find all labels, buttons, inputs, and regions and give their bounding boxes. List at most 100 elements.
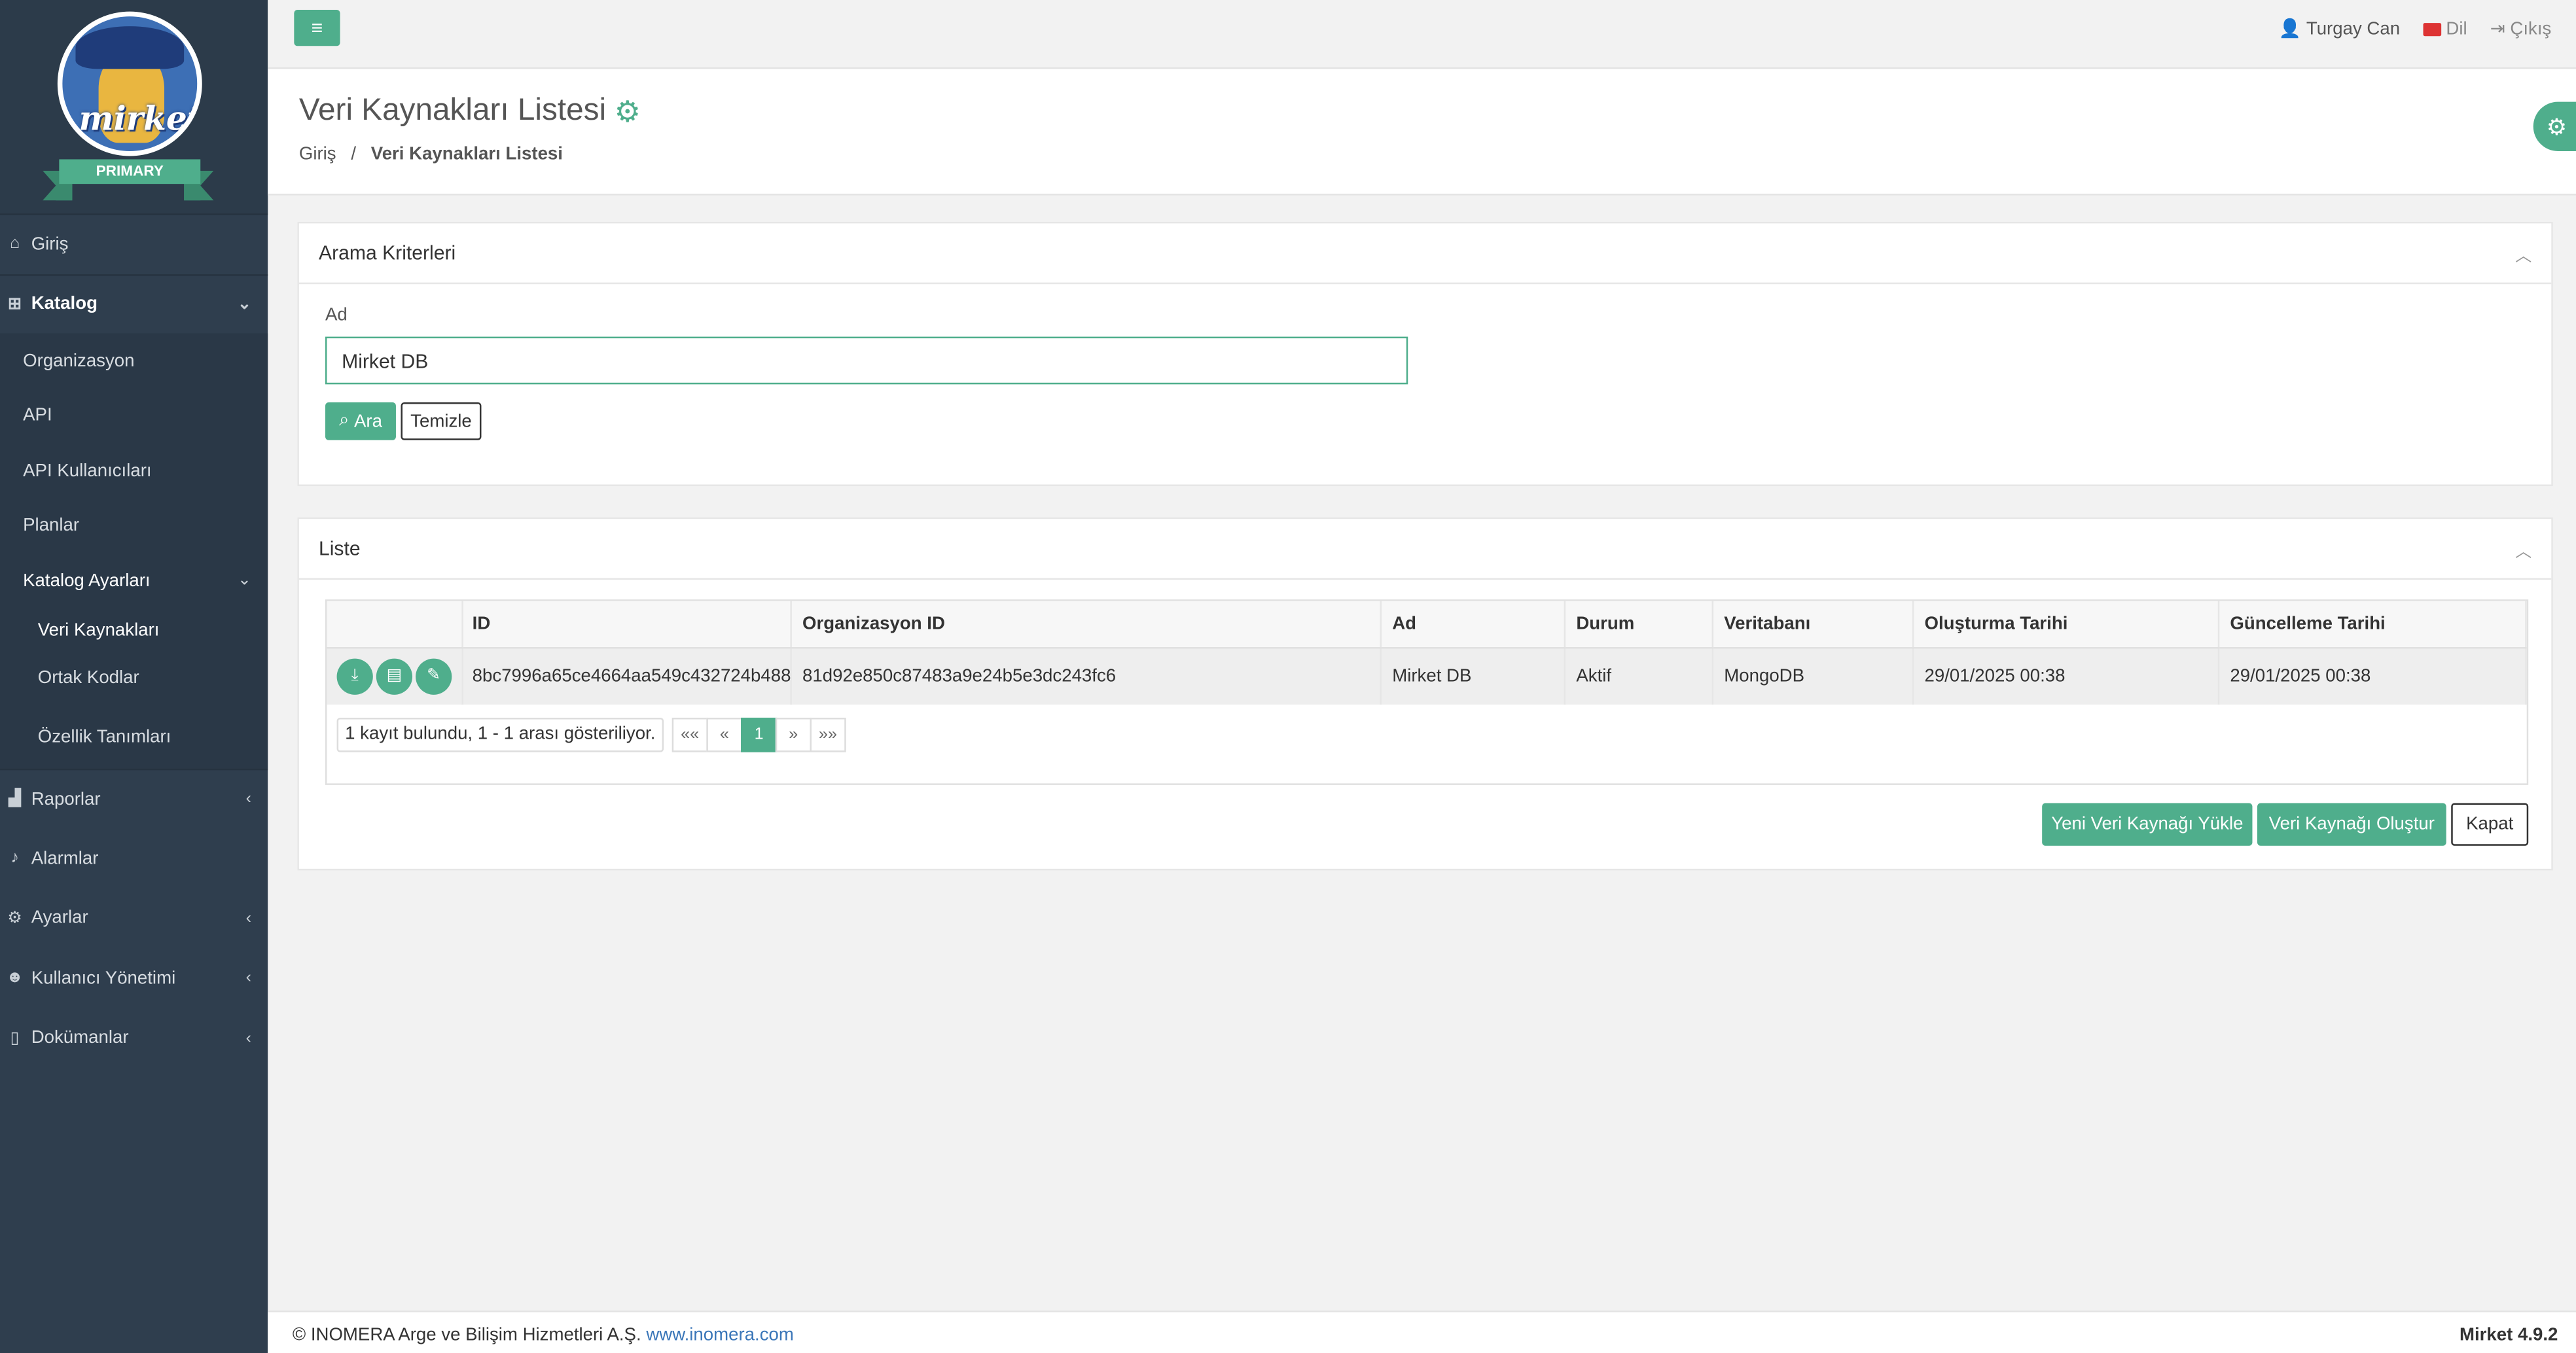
pagination-info: 1 kayıt bulundu, 1 - 1 arası gösteriliyo… xyxy=(336,717,664,752)
home-icon: ⌂ xyxy=(9,235,20,254)
download-icon: ⤓ xyxy=(351,667,359,686)
sidebar-item-label: Özellik Tanımları xyxy=(37,728,171,748)
sidebar-item-ortak-kodlar[interactable]: Ortak Kodlar xyxy=(0,651,268,706)
sidebar-item-veri-kaynaklari[interactable]: Veri Kaynakları xyxy=(0,608,268,651)
pagination: 1 kayıt bulundu, 1 - 1 arası gösteriliyo… xyxy=(336,717,846,752)
name-field[interactable] xyxy=(325,336,1408,385)
column-header[interactable]: ID xyxy=(461,601,793,648)
chevron-up-icon[interactable]: ︿ xyxy=(2515,536,2531,561)
company-link[interactable]: www.inomera.com xyxy=(646,1326,794,1345)
table-header-row: ID Organizasyon ID Ad Durum Veritabanı O… xyxy=(327,601,2527,648)
search-button[interactable]: ⌕ Ara xyxy=(325,402,396,440)
sidebar-item-label: Kullanıcı Yönetimi xyxy=(31,968,176,989)
column-header[interactable]: Ad xyxy=(1381,601,1567,648)
column-header[interactable]: Güncelleme Tarihi xyxy=(2219,601,2527,648)
panel-title: Liste xyxy=(318,536,361,560)
search-button-label: Ara xyxy=(353,411,382,431)
cell-database: MongoDB xyxy=(1713,647,1915,705)
sidebar-item-dokumanlar[interactable]: ▯ Dokümanlar ‹ xyxy=(0,1008,268,1068)
language-menu[interactable]: Dil xyxy=(2423,18,2467,40)
sidebar-item-label: Raporlar xyxy=(31,789,101,809)
mirket-logo[interactable]: mirket xyxy=(57,11,202,156)
katalog-submenu: Organizasyon API API Kullanıcıları Planl… xyxy=(0,333,268,769)
sidebar-item-giris[interactable]: ⌂ Giriş xyxy=(0,213,268,273)
file-icon: ▯ xyxy=(10,1029,20,1047)
sidebar-item-raporlar[interactable]: ▟ Raporlar ‹ xyxy=(0,768,268,829)
chart-icon: ▟ xyxy=(8,790,22,809)
edit-button[interactable]: ✎ xyxy=(416,658,452,695)
sidebar-item-label: Katalog xyxy=(31,294,98,315)
top-bar: ≡ 👤 Turgay Can Dil ⇥ Çıkış xyxy=(268,0,2576,69)
chevron-left-icon: ‹ xyxy=(245,909,252,928)
sidebar-item-label: Dokümanlar xyxy=(31,1028,129,1049)
sidebar-item-api-kullanicilari[interactable]: API Kullanıcıları xyxy=(0,444,268,499)
page-title: Veri Kaynakları Listesi ⚙ xyxy=(299,94,641,130)
download-button[interactable]: ⤓ xyxy=(336,658,373,695)
data-sources-table: ID Organizasyon ID Ad Durum Veritabanı O… xyxy=(327,601,2527,705)
breadcrumb-separator: / xyxy=(351,144,357,165)
page-header: Veri Kaynakları Listesi ⚙ Giriş / Veri K… xyxy=(268,69,2576,196)
breadcrumb-home[interactable]: Giriş xyxy=(299,145,336,164)
user-menu[interactable]: 👤 Turgay Can xyxy=(2278,18,2400,40)
gears-icon: ⚙ xyxy=(614,94,641,128)
sidebar-item-alarmlar[interactable]: ♪ Alarmlar xyxy=(0,828,268,888)
list-panel-header[interactable]: Liste ︿ xyxy=(298,519,2552,580)
sidebar-nav: ⌂ Giriş ⊞ Katalog ⌄ Organizasyon API API… xyxy=(0,213,268,1068)
column-header[interactable]: Oluşturma Tarihi xyxy=(1914,601,2221,648)
upload-data-source-button[interactable]: Yeni Veri Kaynağı Yükle xyxy=(2042,803,2253,846)
chevron-left-icon: ‹ xyxy=(245,790,252,809)
gears-icon: ⚙ xyxy=(7,909,22,928)
sidebar-item-ayarlar[interactable]: ⚙ Ayarlar ‹ xyxy=(0,888,268,949)
user-icon: 👤 xyxy=(2278,20,2302,40)
pencil-icon: ✎ xyxy=(427,667,441,686)
clear-button[interactable]: Temizle xyxy=(401,402,482,440)
page-1-button[interactable]: 1 xyxy=(740,717,778,752)
search-icon: ⌕ xyxy=(338,410,349,430)
sidebar-item-label: Veri Kaynakları xyxy=(37,620,160,640)
next-page-button[interactable]: » xyxy=(775,717,812,752)
sidebar-item-label: Giriş xyxy=(31,234,69,255)
sidebar-item-kullanici-yonetimi[interactable]: ☻ Kullanıcı Yönetimi ‹ xyxy=(0,949,268,1009)
chevron-down-icon: ⌄ xyxy=(237,295,252,313)
table-row: ⤓ ▤ ✎ 8bc7996a65ce4664aa549c432724b488 8… xyxy=(327,647,2527,705)
language-label: Dil xyxy=(2446,18,2467,39)
sidebar-item-label: Planlar xyxy=(23,516,80,536)
column-header[interactable]: Veritabanı xyxy=(1713,601,1915,648)
sidebar-item-katalog-ayarlari[interactable]: Katalog Ayarları ⌄ xyxy=(0,554,268,608)
create-data-source-button[interactable]: Veri Kaynağı Oluştur xyxy=(2257,803,2446,846)
sidebar-item-organizasyon[interactable]: Organizasyon xyxy=(0,334,268,389)
brand-area: mirket PRIMARY xyxy=(0,0,268,214)
page-links: «« « 1 » »» xyxy=(671,717,846,752)
sidebar-item-label: Alarmlar xyxy=(31,849,99,869)
sitemap-icon: ⊞ xyxy=(8,295,22,313)
top-right-menu: 👤 Turgay Can Dil ⇥ Çıkış xyxy=(2278,18,2552,40)
column-header[interactable]: Organizasyon ID xyxy=(791,601,1383,648)
logo-mascot-hat xyxy=(75,26,185,69)
sidebar-item-api[interactable]: API xyxy=(0,389,268,444)
cell-status: Aktif xyxy=(1565,647,1715,705)
sidebar-item-label: API Kullanıcıları xyxy=(23,461,152,481)
logo-text: mirket xyxy=(79,98,202,138)
search-panel-header[interactable]: Arama Kriterleri ︿ xyxy=(298,223,2552,285)
prev-page-button[interactable]: « xyxy=(706,717,743,752)
row-actions: ⤓ ▤ ✎ xyxy=(336,658,461,695)
sidebar-toggle-button[interactable]: ≡ xyxy=(294,10,340,46)
first-page-button[interactable]: «« xyxy=(671,717,708,752)
logout-link[interactable]: ⇥ Çıkış xyxy=(2490,18,2552,39)
chevron-down-icon: ⌄ xyxy=(237,572,252,590)
chevron-up-icon[interactable]: ︿ xyxy=(2515,241,2531,266)
sidebar-item-katalog[interactable]: ⊞ Katalog ⌄ xyxy=(0,273,268,334)
sidebar-item-ozellik-tanimlari[interactable]: Özellik Tanımları xyxy=(0,706,268,768)
copyright-text: © INOMERA Arge ve Bilişim Hizmetleri A.Ş… xyxy=(292,1325,641,1345)
bell-icon: ♪ xyxy=(10,849,19,868)
last-page-button[interactable]: »» xyxy=(810,717,846,752)
hamburger-icon: ≡ xyxy=(311,16,323,40)
cell-org-id: 81d92e850c87483a9e24b5e3dc243fc6 xyxy=(791,647,1383,705)
search-panel: Arama Kriterleri ︿ Ad ⌕ Ara Temizle xyxy=(297,221,2553,487)
sidebar-item-planlar[interactable]: Planlar xyxy=(0,499,268,554)
clear-button-label: Temizle xyxy=(410,411,472,431)
settings-float-button[interactable]: ⚙ xyxy=(2533,101,2576,151)
column-header[interactable]: Durum xyxy=(1565,601,1715,648)
view-document-button[interactable]: ▤ xyxy=(376,658,413,695)
close-button[interactable]: Kapat xyxy=(2451,803,2529,846)
